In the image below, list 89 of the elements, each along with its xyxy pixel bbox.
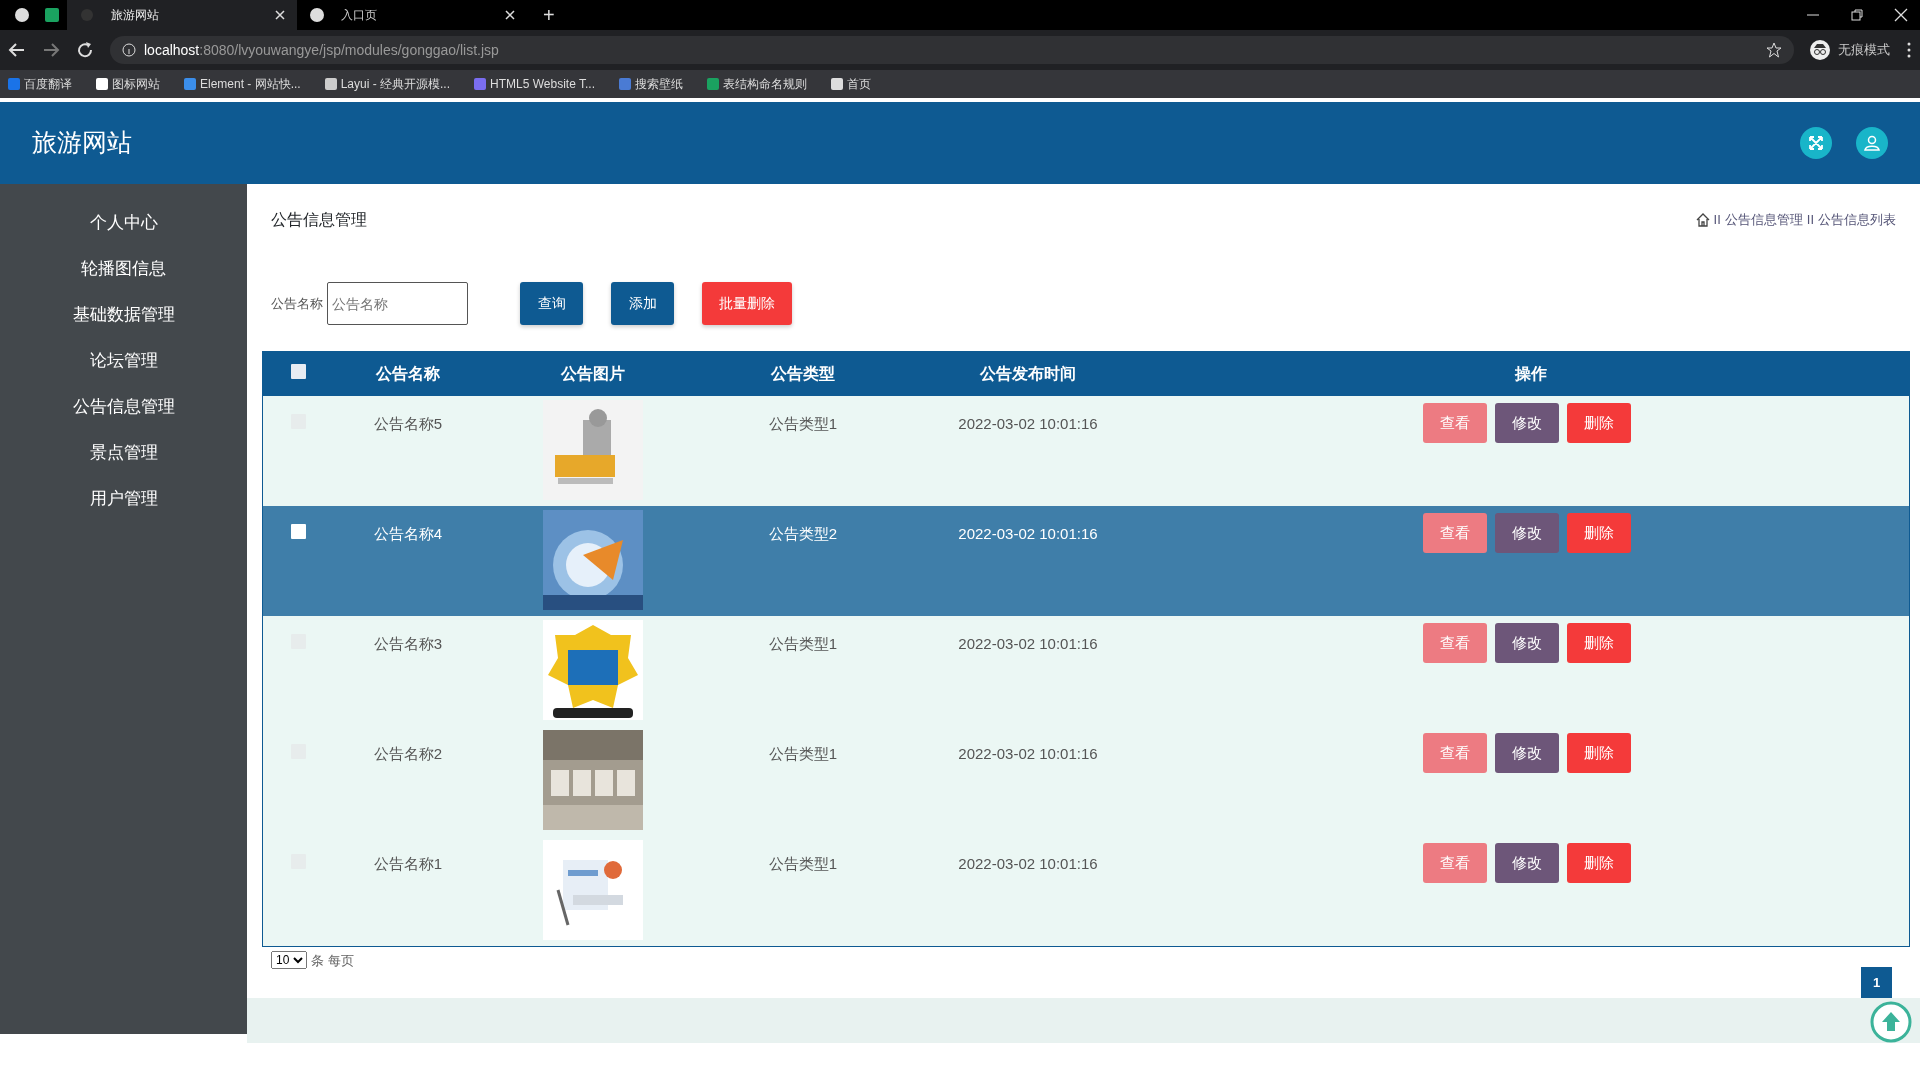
- more-icon[interactable]: [1906, 42, 1912, 58]
- table-cell: 公告类型1: [768, 415, 838, 432]
- table-cell: 公告名称5: [373, 415, 443, 432]
- close-icon[interactable]: [275, 10, 285, 20]
- bookmark-item[interactable]: Element - 网站快...: [184, 75, 301, 93]
- sidebar-item[interactable]: 公告信息管理: [72, 394, 175, 420]
- globe-icon: [15, 8, 29, 22]
- table-cell: 公告类型1: [768, 635, 838, 652]
- page-size-label: 条 每页: [311, 952, 354, 970]
- browser-tab[interactable]: 旅游网站: [67, 0, 297, 30]
- forward-icon[interactable]: [42, 41, 60, 59]
- table-cell: 公告名称2: [373, 745, 443, 762]
- column-header: 公告图片: [483, 352, 703, 396]
- column-header: 公告发布时间: [903, 352, 1153, 396]
- column-header: 公告名称: [333, 352, 483, 396]
- reload-icon[interactable]: [76, 41, 94, 59]
- edit-button[interactable]: 修改: [1495, 623, 1559, 663]
- bookmark-item[interactable]: Layui - 经典开源模...: [324, 75, 451, 93]
- delete-button[interactable]: 删除: [1567, 843, 1631, 883]
- bookmark-item[interactable]: 搜索壁纸: [619, 75, 683, 93]
- table-row[interactable]: 公告名称4 公告类型2 2022-03-02 10:01:16 查看 修改 删除: [263, 506, 1909, 616]
- table-cell: 公告名称1: [373, 855, 443, 872]
- home-icon[interactable]: [1695, 213, 1710, 227]
- edit-button[interactable]: 修改: [1495, 733, 1559, 773]
- breadcrumb-separator: II: [1806, 211, 1814, 230]
- checkbox[interactable]: [290, 364, 306, 379]
- edit-button[interactable]: 修改: [1495, 403, 1559, 443]
- table-cell: 2022-03-02 10:01:16: [958, 855, 1098, 872]
- action-button[interactable]: 查询: [520, 282, 583, 325]
- sidebar-item[interactable]: 个人中心: [89, 210, 158, 236]
- bookmark-item[interactable]: 百度翻译: [8, 75, 72, 93]
- table-cell: 2022-03-02 10:01:16: [958, 415, 1098, 432]
- globe-icon: [309, 7, 325, 23]
- sidebar-item[interactable]: 基础数据管理: [72, 302, 175, 328]
- column-header: 操作: [1153, 352, 1909, 396]
- table-cell: 公告类型1: [768, 855, 838, 872]
- bookmark-item[interactable]: 图标网站: [96, 75, 160, 93]
- table-cell: 2022-03-02 10:01:16: [958, 635, 1098, 652]
- restore-icon[interactable]: [1850, 8, 1864, 22]
- sidebar-item[interactable]: 景点管理: [89, 440, 158, 466]
- breadcrumb-link[interactable]: 公告信息管理: [1724, 210, 1803, 230]
- expand-icon: [1808, 135, 1824, 151]
- table-row[interactable]: 公告名称1 公告类型1 2022-03-02 10:01:16 查看 修改 删除: [263, 836, 1909, 946]
- table-cell: 2022-03-02 10:01:16: [958, 745, 1098, 762]
- back-to-top-icon[interactable]: [1870, 1001, 1912, 1043]
- edit-button[interactable]: 修改: [1495, 843, 1559, 883]
- table-cell: 2022-03-02 10:01:16: [958, 525, 1098, 542]
- back-icon[interactable]: [8, 41, 26, 59]
- table-row[interactable]: 公告名称2 公告类型1 2022-03-02 10:01:16 查看 修改 删除: [263, 726, 1909, 836]
- delete-button[interactable]: 删除: [1567, 623, 1631, 663]
- action-button[interactable]: 添加: [611, 282, 674, 325]
- incognito-icon: [1810, 40, 1830, 60]
- table-row[interactable]: 公告名称3 公告类型1 2022-03-02 10:01:16 查看 修改 删除: [263, 616, 1909, 726]
- delete-button[interactable]: 删除: [1567, 403, 1631, 443]
- table-cell: 公告类型1: [768, 745, 838, 762]
- star-icon[interactable]: [1766, 42, 1782, 58]
- sidebar-item[interactable]: 用户管理: [89, 486, 158, 512]
- search-label: 公告名称: [271, 294, 323, 313]
- page-title: 公告信息管理: [271, 210, 367, 230]
- batch-delete-button[interactable]: 批量删除: [702, 282, 792, 325]
- user-icon: [1864, 135, 1880, 151]
- info-icon: [122, 43, 136, 57]
- checkbox[interactable]: [290, 524, 306, 539]
- user-button[interactable]: [1856, 127, 1888, 159]
- sidebar-item[interactable]: 论坛管理: [89, 348, 158, 374]
- profile-label: 无痕模式: [1838, 41, 1890, 60]
- delete-button[interactable]: 删除: [1567, 733, 1631, 773]
- page-size-select[interactable]: 10: [271, 951, 307, 969]
- site-title: 旅游网站: [31, 127, 133, 159]
- search-field[interactable]: 公告名称: [327, 282, 468, 325]
- new-tab-button[interactable]: +: [543, 0, 555, 30]
- table-cell: 公告类型2: [768, 525, 838, 542]
- table-cell: 公告名称3: [373, 635, 443, 652]
- table-cell: 公告名称4: [373, 525, 443, 542]
- bookmark-item[interactable]: HTML5 Website T...: [474, 75, 595, 93]
- close-icon[interactable]: [1894, 8, 1908, 22]
- fullscreen-button[interactable]: [1800, 127, 1832, 159]
- bookmark-item[interactable]: 表结构命名规则: [707, 75, 807, 93]
- breadcrumb-link[interactable]: 公告信息列表: [1818, 210, 1896, 230]
- browser-tab[interactable]: 入口页: [297, 0, 527, 30]
- close-icon[interactable]: [505, 10, 515, 20]
- table-row[interactable]: 公告名称5 公告类型1 2022-03-02 10:01:16 查看 修改 删除: [263, 396, 1909, 506]
- breadcrumb-separator: II: [1713, 211, 1721, 230]
- sidebar-item[interactable]: 轮播图信息: [81, 256, 166, 282]
- column-header: 公告类型: [703, 352, 903, 396]
- bookmark-item[interactable]: 首页: [831, 75, 871, 93]
- delete-button[interactable]: 删除: [1567, 513, 1631, 553]
- page-button[interactable]: 1: [1861, 967, 1892, 998]
- edit-button[interactable]: 修改: [1495, 513, 1559, 553]
